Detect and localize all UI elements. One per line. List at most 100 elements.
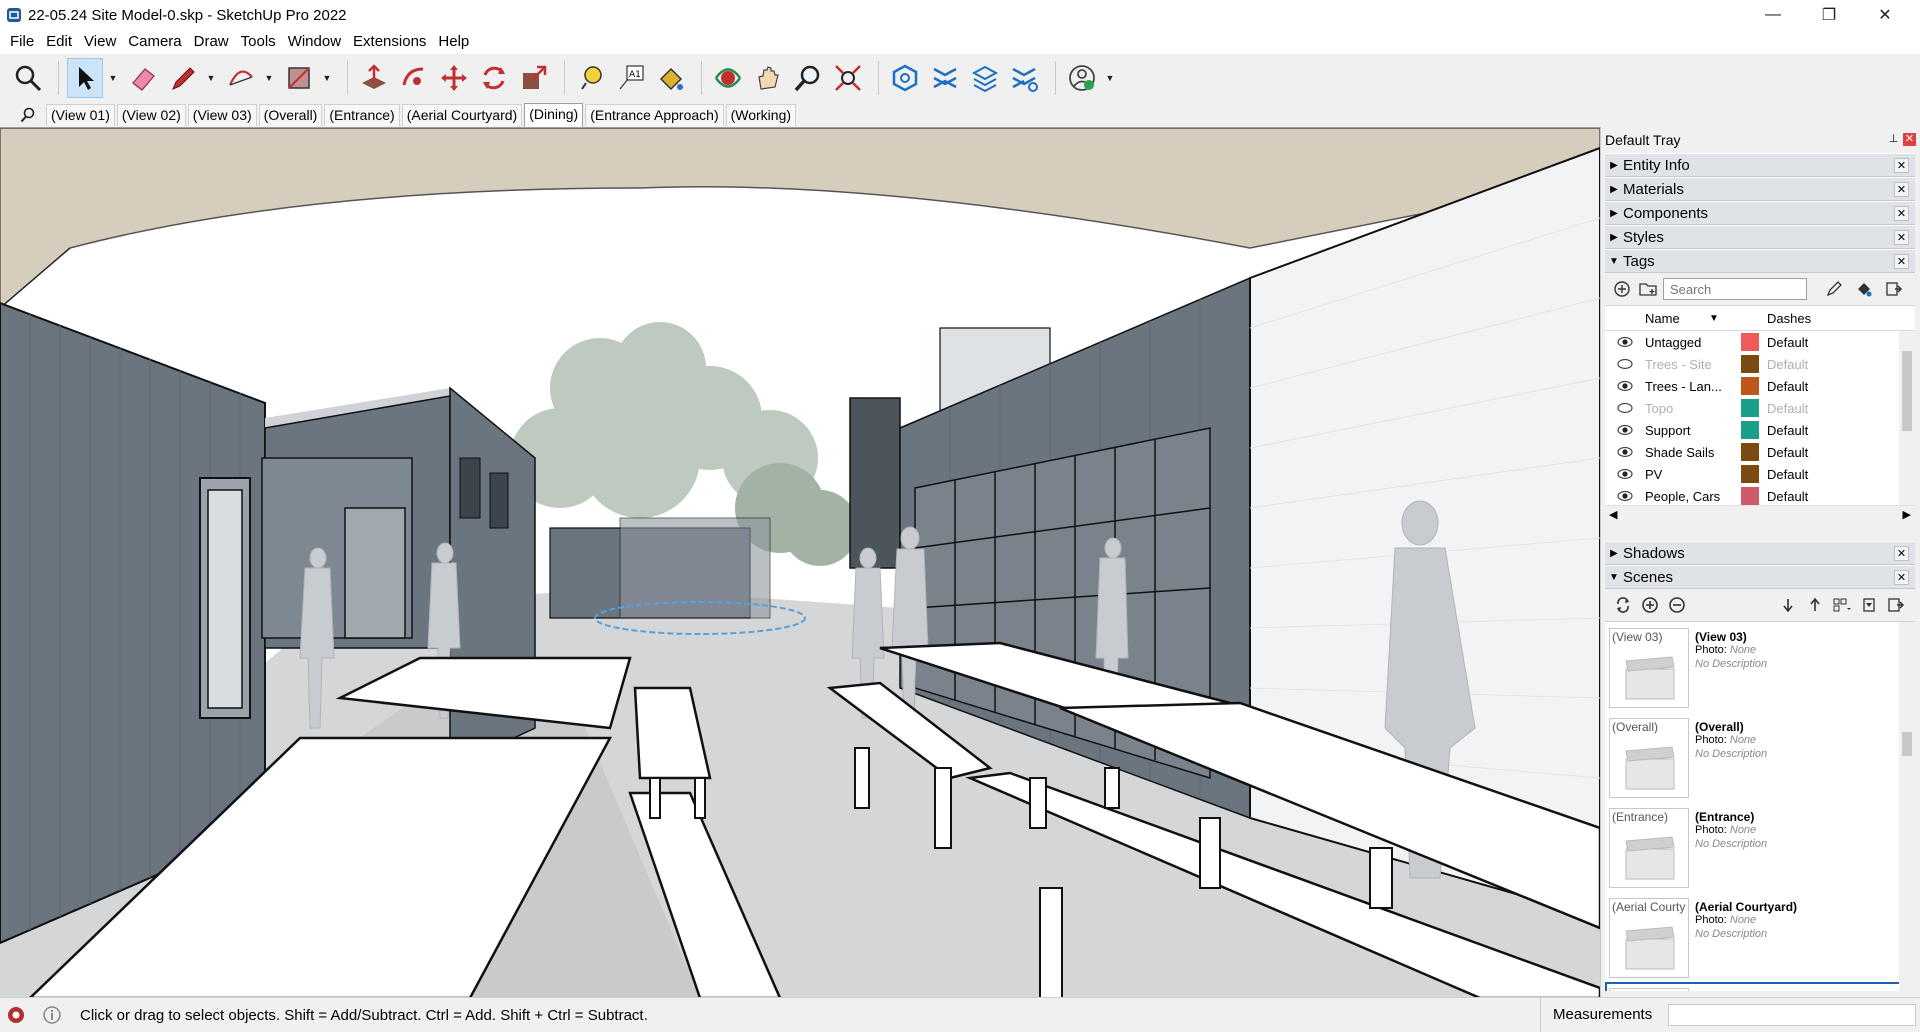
scene-thumbnail[interactable]: (Overall) xyxy=(1609,718,1689,798)
tag-dashes[interactable]: Default xyxy=(1767,467,1808,482)
extension-warehouse-button[interactable] xyxy=(927,58,963,98)
tag-dashes[interactable]: Default xyxy=(1767,423,1808,438)
rotate-tool-button[interactable] xyxy=(476,58,512,98)
scene-thumbnail[interactable]: (Aerial Courty xyxy=(1609,898,1689,978)
search-tool-button[interactable] xyxy=(10,58,46,98)
menu-draw[interactable]: Draw xyxy=(188,30,235,54)
sort-chevron-icon[interactable]: ▼ xyxy=(1709,313,1719,324)
tag-dashes[interactable]: Default xyxy=(1767,379,1808,394)
tag-color-swatch[interactable] xyxy=(1741,443,1759,461)
scroll-right-icon[interactable]: ▶ xyxy=(1903,508,1911,521)
add-tag-icon[interactable] xyxy=(1611,278,1633,300)
eraser-tool-button[interactable] xyxy=(125,58,161,98)
select-tool-button[interactable] xyxy=(67,58,103,98)
menu-view[interactable]: View xyxy=(78,30,122,54)
panel-close-icon[interactable]: ✕ xyxy=(1894,206,1909,221)
tag-dashes[interactable]: Default xyxy=(1767,445,1808,460)
panel-close-icon[interactable]: ✕ xyxy=(1894,570,1909,585)
view-options-icon[interactable] xyxy=(1830,594,1854,616)
text-tool-button[interactable]: A1 xyxy=(613,58,649,98)
line-tool-button[interactable] xyxy=(165,58,201,98)
scenes-vertical-scrollbar[interactable] xyxy=(1899,622,1915,991)
eye-icon[interactable] xyxy=(1617,424,1633,436)
scene-thumbnail[interactable]: (Entrance) xyxy=(1609,808,1689,888)
measurements-input[interactable] xyxy=(1668,1004,1916,1026)
scene-tab-view-01[interactable]: (View 01) xyxy=(46,104,115,126)
zoom-tool-button[interactable] xyxy=(790,58,826,98)
menu-tools[interactable]: Tools xyxy=(235,30,282,54)
rectangle-dropdown-icon[interactable]: ▼ xyxy=(321,58,333,98)
pin-icon[interactable]: ⊥ xyxy=(1887,133,1900,146)
tag-color-swatch[interactable] xyxy=(1741,465,1759,483)
move-scene-down-icon[interactable] xyxy=(1776,594,1800,616)
menu-help[interactable]: Help xyxy=(432,30,475,54)
tag-color-swatch[interactable] xyxy=(1741,333,1759,351)
menu-camera[interactable]: Camera xyxy=(122,30,187,54)
panel-shadows[interactable]: ▶ Shadows ✕ xyxy=(1605,541,1915,565)
menu-extensions[interactable]: Extensions xyxy=(347,30,432,54)
maximize-button[interactable]: ❐ xyxy=(1806,0,1852,30)
tag-row[interactable]: Shade Sails Default xyxy=(1605,441,1915,463)
3d-warehouse-button[interactable] xyxy=(887,58,923,98)
remove-scene-icon[interactable] xyxy=(1665,594,1689,616)
add-tag-folder-icon[interactable] xyxy=(1637,278,1659,300)
tray-close-icon[interactable]: ✕ xyxy=(1903,133,1916,146)
menu-edit[interactable]: Edit xyxy=(40,30,78,54)
eye-icon[interactable] xyxy=(1617,468,1633,480)
tag-color-swatch[interactable] xyxy=(1741,355,1759,373)
tag-dashes[interactable]: Default xyxy=(1767,401,1808,416)
tags-horizontal-scrollbar[interactable]: ◀ ▶ xyxy=(1605,505,1915,523)
geo-location-icon[interactable] xyxy=(6,1005,26,1025)
panel-close-icon[interactable]: ✕ xyxy=(1894,254,1909,269)
panel-materials[interactable]: ▶ Materials ✕ xyxy=(1605,177,1915,201)
pan-tool-button[interactable] xyxy=(750,58,786,98)
tags-vertical-scrollbar[interactable] xyxy=(1899,331,1915,505)
arc-tool-button[interactable] xyxy=(223,58,259,98)
push-pull-tool-button[interactable] xyxy=(356,58,392,98)
tag-dashes[interactable]: Default xyxy=(1767,357,1808,372)
tags-search-input[interactable] xyxy=(1663,278,1807,300)
tag-row[interactable]: Trees - Lan... Default xyxy=(1605,375,1915,397)
scene-thumbnail[interactable]: (View 03) xyxy=(1609,628,1689,708)
tag-dashes[interactable]: Default xyxy=(1767,489,1808,504)
minimize-button[interactable]: — xyxy=(1750,0,1796,30)
tag-color-swatch[interactable] xyxy=(1741,399,1759,417)
account-button[interactable] xyxy=(1064,58,1100,98)
scene-details-icon[interactable] xyxy=(1884,594,1908,616)
scene-item[interactable]: (Aerial Courty (Aerial Courtyard) Photo: N… xyxy=(1605,892,1915,982)
model-viewport[interactable] xyxy=(0,127,1600,997)
tag-row[interactable]: Topo Default xyxy=(1605,397,1915,419)
eye-icon[interactable] xyxy=(1617,446,1633,458)
tag-color-swatch[interactable] xyxy=(1741,487,1759,505)
tag-row[interactable]: PV Default xyxy=(1605,463,1915,485)
panel-styles[interactable]: ▶ Styles ✕ xyxy=(1605,225,1915,249)
select-dropdown-icon[interactable]: ▼ xyxy=(107,58,119,98)
rectangle-tool-button[interactable] xyxy=(281,58,317,98)
zoom-extents-button[interactable] xyxy=(830,58,866,98)
extension-manager-button[interactable] xyxy=(1007,58,1043,98)
add-scene-icon[interactable] xyxy=(1638,594,1662,616)
scene-tab-dining[interactable]: (Dining) xyxy=(524,103,584,127)
panel-components[interactable]: ▶ Components ✕ xyxy=(1605,201,1915,225)
tag-row[interactable]: Support Default xyxy=(1605,419,1915,441)
tag-color-swatch[interactable] xyxy=(1741,377,1759,395)
panel-tags[interactable]: ▼ Tags ✕ xyxy=(1605,249,1915,273)
arc-dropdown-icon[interactable]: ▼ xyxy=(263,58,275,98)
scene-tab-overall[interactable]: (Overall) xyxy=(258,104,323,126)
move-tool-button[interactable] xyxy=(436,58,472,98)
move-scene-up-icon[interactable] xyxy=(1803,594,1827,616)
panel-close-icon[interactable]: ✕ xyxy=(1894,546,1909,561)
menu-window[interactable]: Window xyxy=(282,30,347,54)
scroll-left-icon[interactable]: ◀ xyxy=(1609,508,1617,521)
account-dropdown-icon[interactable]: ▼ xyxy=(1104,58,1116,98)
col-name[interactable]: Name xyxy=(1645,311,1680,326)
eye-hidden-icon[interactable] xyxy=(1617,358,1633,370)
panel-close-icon[interactable]: ✕ xyxy=(1894,182,1909,197)
panel-scenes[interactable]: ▼ Scenes ✕ xyxy=(1605,565,1915,589)
tag-tool-icon[interactable] xyxy=(1821,278,1847,300)
tape-measure-tool-button[interactable] xyxy=(573,58,609,98)
tag-row[interactable]: Untagged Default xyxy=(1605,331,1915,353)
color-by-tag-icon[interactable] xyxy=(1851,278,1877,300)
panel-close-icon[interactable]: ✕ xyxy=(1894,230,1909,245)
scene-tab-entrance[interactable]: (Entrance) xyxy=(324,104,400,126)
